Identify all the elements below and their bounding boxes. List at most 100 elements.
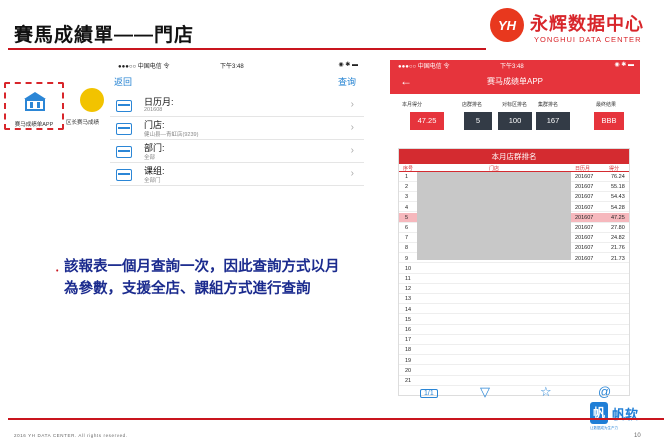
nav-bar: 返回 查询 <box>110 72 364 90</box>
chevron-right-icon: › <box>350 122 354 133</box>
field-month[interactable]: 日历月: 201608 › <box>110 94 364 117</box>
cell-score: 76.24 <box>611 174 625 180</box>
filter-icon[interactable]: ▽ <box>480 384 490 400</box>
status-icons: ◉ ✱ ▬ <box>338 62 358 68</box>
page-number: 10 <box>634 433 641 439</box>
value-region-rank: 100 <box>498 112 532 130</box>
field-store[interactable]: 门店: 健山县—青虹店(9239) › <box>110 117 364 140</box>
cell-month: 201607 <box>575 184 594 191</box>
ranking-table: 本月店群排名 序号 门店 日历月 得分 1 201607 76.24 2 201607 5… <box>398 148 630 396</box>
footer-divider <box>8 418 664 420</box>
table-row[interactable]: 18 <box>399 345 629 356</box>
bullet-dot-icon: • <box>56 268 59 275</box>
cell-score: 24.82 <box>611 235 625 242</box>
cell-index: 13 <box>405 296 412 303</box>
col-score: 得分 <box>609 166 620 172</box>
header-region-rank: 对标区排名 <box>502 102 528 108</box>
logo-cn-text: 永辉数据中心 <box>530 14 644 34</box>
app-icon-district[interactable]: 区长赛马成绩 <box>66 84 110 130</box>
header-score: 本月得分 <box>402 102 423 108</box>
table-row[interactable]: 14 <box>399 305 629 315</box>
fanruan-tagline: 让数据成为生产力 <box>590 426 618 430</box>
value-store-rank: 5 <box>464 112 492 130</box>
col-store: 门店 <box>489 166 500 172</box>
cell-index: 4 <box>405 204 409 211</box>
table-row[interactable]: 20 <box>399 366 629 376</box>
table-row[interactable]: 16 <box>399 325 629 335</box>
status-icons: ◉ ✱ ▬ <box>614 62 634 68</box>
back-button[interactable]: 返回 <box>114 75 132 88</box>
cell-month: 201607 <box>575 255 594 262</box>
field-value: 全部门 <box>144 178 161 184</box>
logo-badge: YH <box>490 8 524 42</box>
cell-index: 7 <box>405 235 409 242</box>
table-title: 本月店群排名 <box>399 149 629 164</box>
cell-index: 16 <box>405 327 412 333</box>
bullet-text: 該報表一個月查詢一次，因此查詢方式以月為參數，支援全店、課組方式進行查詢 <box>64 259 340 297</box>
slide: 賽馬成績單——門店 YH 永辉数据中心 YONGHUI DATA CENTER … <box>0 0 664 445</box>
group-icon <box>116 169 132 181</box>
cell-score: 21.73 <box>611 255 625 262</box>
status-bar: ●●●○○ 中国电信 令 下午3:48 ◉ ✱ ▬ <box>110 60 364 70</box>
chevron-right-icon: › <box>350 145 354 156</box>
fanruan-name: 帆软 <box>612 407 639 422</box>
header-cluster-rank: 集群排名 <box>538 102 559 108</box>
value-cluster-rank: 167 <box>536 112 570 130</box>
status-bar: ●●●○○ 中国电信 令 下午3:48 ◉ ✱ ▬ <box>390 60 640 70</box>
cell-index: 20 <box>405 367 412 374</box>
title-divider <box>8 48 486 50</box>
fanruan-logo: 帆 帆软 让数据成为生产力 <box>590 402 656 432</box>
at-icon[interactable]: @ <box>598 384 611 399</box>
cell-score: 55.18 <box>611 184 625 191</box>
table-row[interactable]: 10 <box>399 264 629 274</box>
table-row[interactable]: 19 <box>399 356 629 366</box>
field-department[interactable]: 部门: 全部 › <box>110 140 364 163</box>
table-row[interactable]: 11 <box>399 274 629 284</box>
field-value: 健山县—青虹店(9239) <box>144 132 199 138</box>
cell-index: 19 <box>405 357 412 364</box>
cell-month: 201607 <box>575 174 594 180</box>
app-label: 区长赛马成绩 <box>66 120 100 126</box>
cell-index: 15 <box>405 316 412 323</box>
cell-index: 12 <box>405 286 412 293</box>
description-bullet: • 該報表一個月查詢一次，因此查詢方式以月為參數，支援全店、課組方式進行查詢 <box>56 256 344 300</box>
cell-score: 27.80 <box>611 225 625 231</box>
cell-score: 21.76 <box>611 245 625 252</box>
calendar-icon <box>116 100 132 112</box>
field-group[interactable]: 课组: 全部门 › <box>110 163 364 186</box>
header-store-rank: 店群排名 <box>462 102 483 108</box>
table-row[interactable]: 17 <box>399 335 629 345</box>
value-score: 47.25 <box>410 112 444 130</box>
cell-index: 14 <box>405 306 412 313</box>
cell-month: 201607 <box>575 225 594 231</box>
table-row[interactable]: 15 <box>399 315 629 325</box>
field-value: 全部 <box>144 155 156 161</box>
logo-en-text: YONGHUI DATA CENTER <box>534 35 642 44</box>
summary-values: 47.25 5 100 167 BBB <box>390 112 640 134</box>
fanruan-mark: 帆 <box>590 402 608 424</box>
query-button[interactable]: 查询 <box>338 75 356 88</box>
store-icon <box>116 123 132 135</box>
table-row[interactable]: 13 <box>399 294 629 305</box>
phone-query-screen: ●●●○○ 中国电信 令 下午3:48 ◉ ✱ ▬ 返回 查询 日历月: 201… <box>110 60 364 188</box>
footer-copyright: 2016 YH DATA CENTER. All rights reserved… <box>14 433 128 438</box>
app-label: 赛马成绩单APP <box>14 122 54 128</box>
chevron-right-icon: › <box>350 168 354 179</box>
page-indicator[interactable]: 1/1 <box>420 389 438 398</box>
carrier: ●●●○○ 中国电信 令 <box>398 64 450 70</box>
chevron-right-icon: › <box>350 99 354 110</box>
app-header: ●●●○○ 中国电信 令 下午3:48 ◉ ✱ ▬ ← 赛马成绩单APP <box>390 60 640 94</box>
col-month: 日历月 <box>575 166 591 172</box>
phone-report-screen: ●●●○○ 中国电信 令 下午3:48 ◉ ✱ ▬ ← 赛马成绩单APP 本月得… <box>390 60 640 406</box>
cell-index: 8 <box>405 245 409 252</box>
table-row[interactable]: 12 <box>399 284 629 294</box>
yonghui-logo: YH 永辉数据中心 YONGHUI DATA CENTER <box>490 8 660 48</box>
star-icon[interactable]: ☆ <box>540 384 552 400</box>
cell-month: 201607 <box>575 214 594 221</box>
cell-month: 201607 <box>575 235 594 242</box>
cell-score: 47.25 <box>611 214 625 221</box>
cell-month: 201607 <box>575 204 594 211</box>
app-icon-race-report[interactable]: 赛马成绩单APP <box>4 82 64 130</box>
cell-score: 54.43 <box>611 194 625 201</box>
carrier: ●●●○○ 中国电信 令 <box>118 64 170 70</box>
